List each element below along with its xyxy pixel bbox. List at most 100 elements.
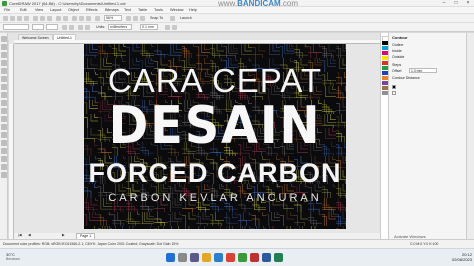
page-first-icon[interactable]: |◀ [18,233,22,237]
drop-shadow-tool-icon[interactable] [1,132,7,138]
menu-file[interactable]: File [4,8,10,12]
contour-option-inside[interactable]: Inside [392,49,402,53]
rulers-icon[interactable] [133,16,138,21]
all-pages-icon[interactable] [78,25,83,30]
options-gear-icon[interactable] [170,16,175,21]
search-icon[interactable] [178,253,187,262]
zoom-level-field[interactable]: 56% [104,15,122,21]
menu-effects[interactable]: Effects [86,8,98,12]
pick-tool-icon[interactable] [1,36,7,42]
page-width-field[interactable] [32,24,44,30]
maximize-icon[interactable]: □ [450,0,462,7]
new-document-icon[interactable] [3,16,8,21]
freehand-tool-icon[interactable] [1,68,7,74]
smart-fill-tool-icon[interactable] [1,164,7,170]
menu-table[interactable]: Table [138,8,147,12]
copy-icon[interactable] [40,16,45,21]
clock-date: 02/08/2023 [451,257,472,262]
vertical-ruler[interactable] [9,44,14,239]
menu-window[interactable]: Window [170,8,184,12]
publish-pdf-icon[interactable] [95,16,100,21]
menu-text[interactable]: Text [124,8,131,12]
pattern-tile [294,212,308,226]
menu-layout[interactable]: Layout [50,8,61,12]
crop-tool-icon[interactable] [1,52,7,58]
artwork-page[interactable]: CARA CEPAT DESAIN FORCED CARBON CARBON K… [84,44,346,229]
search-content-icon[interactable] [72,16,77,21]
duplicate-distance-icon[interactable] [165,25,170,30]
parallel-dimension-tool-icon[interactable] [1,116,7,122]
undo-icon[interactable] [56,16,61,21]
pattern-tile [226,226,233,229]
ellipse-tool-icon[interactable] [1,92,7,98]
save-icon[interactable] [17,16,22,21]
polygon-tool-icon[interactable] [1,100,7,106]
launch-dropdown[interactable]: Launch [180,16,192,20]
pattern-tile [322,44,336,58]
edge-browser-icon[interactable] [214,253,223,262]
chrome-icon[interactable] [226,253,235,262]
zoom-tool-icon[interactable] [1,60,7,66]
artistic-media-tool-icon[interactable] [1,76,7,82]
transparency-tool-icon[interactable] [1,140,7,146]
grid-icon[interactable] [140,16,145,21]
menu-view[interactable]: View [35,8,43,12]
docker-title: Contour [392,35,408,40]
import-icon[interactable] [79,16,84,21]
weather-widget[interactable]: 30°C Berawan [6,252,20,261]
menu-help[interactable]: Help [189,8,197,12]
pattern-tile [286,226,291,229]
snap-to-dropdown[interactable]: Snap To [150,16,163,20]
contour-option-outside[interactable]: Outside [392,55,404,59]
interactive-fill-tool-icon[interactable] [1,156,7,162]
color-eyedropper-tool-icon[interactable] [1,148,7,154]
page-size-field[interactable] [3,24,29,30]
windows-start-icon[interactable] [166,253,175,262]
page-prev-icon[interactable]: ◀ [28,233,31,237]
treat-as-filled-icon[interactable] [172,25,177,30]
menu-object[interactable]: Object [68,8,79,12]
page-height-field[interactable] [46,24,58,30]
coreldraw-taskbar-icon[interactable] [238,253,247,262]
excel-icon[interactable] [274,253,283,262]
close-icon[interactable]: × [462,0,474,7]
landscape-icon[interactable] [69,25,74,30]
bandicam-taskbar-icon[interactable] [250,253,259,262]
export-icon[interactable] [86,16,91,21]
system-clock[interactable]: 20:12 02/08/2023 [444,252,472,262]
page-next-icon[interactable]: ▶ [62,233,65,237]
rectangle-tool-icon[interactable] [1,84,7,90]
open-icon[interactable] [10,16,15,21]
units-dropdown[interactable]: millimeters [108,24,132,30]
full-screen-icon[interactable] [126,16,131,21]
docker-tab-strip[interactable] [466,33,474,239]
status-color-profiles[interactable]: Document color profiles: RGB: sRGB IEC61… [3,242,178,246]
cut-icon[interactable] [33,16,38,21]
outline-color-chip[interactable] [392,85,396,89]
pattern-tile [294,226,303,229]
offset-field[interactable]: 1.0 mm [409,68,437,73]
redo-icon[interactable] [63,16,68,21]
paste-icon[interactable] [47,16,52,21]
minimize-icon[interactable]: – [438,0,450,7]
menu-tools[interactable]: Tools [154,8,163,12]
text-tool-icon[interactable] [1,108,7,114]
print-icon[interactable] [24,16,29,21]
menu-edit[interactable]: Edit [20,8,27,12]
pattern-tile [224,44,238,58]
shape-tool-icon[interactable] [1,44,7,50]
pattern-tile [252,44,266,58]
word-icon[interactable] [262,253,271,262]
task-view-icon[interactable] [190,253,199,262]
connector-tool-icon[interactable] [1,124,7,130]
fill-color-chip[interactable] [392,91,396,95]
contour-option-outline[interactable]: Outline [392,43,403,47]
nudge-distance-field[interactable]: 0.1 mm [140,24,158,30]
contour-docker: Contour Outline Inside Outside Steps Off… [388,33,466,239]
portrait-icon[interactable] [62,25,67,30]
file-explorer-icon[interactable] [202,253,211,262]
current-page-icon[interactable] [85,25,90,30]
add-tool-icon[interactable] [1,172,7,178]
menu-bitmaps[interactable]: Bitmaps [105,8,119,12]
contour-distance-label: Contour Distance [392,76,420,80]
